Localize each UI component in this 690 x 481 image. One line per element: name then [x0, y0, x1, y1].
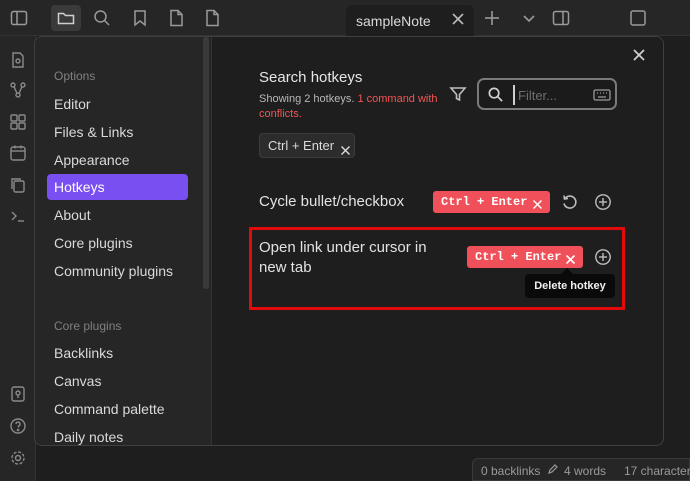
hotkey-summary: Showing 2 hotkeys. 1 command with confli… [259, 92, 439, 122]
settings-icon[interactable] [9, 449, 27, 467]
status-bar: 0 backlinks 4 words 17 characters [472, 458, 690, 481]
nav-hotkeys[interactable]: Hotkeys [47, 174, 188, 200]
filter-hotkey-label: Ctrl + Enter [268, 138, 335, 153]
nav-community-plugins[interactable]: Community plugins [47, 258, 188, 284]
filter-icon[interactable] [449, 85, 467, 103]
search-icon [487, 86, 504, 103]
nav-files-links[interactable]: Files & Links [47, 119, 188, 145]
word-count: 4 words [564, 464, 607, 478]
canvas-icon[interactable] [9, 113, 27, 131]
nav-canvas[interactable]: Canvas [47, 368, 188, 394]
hotkey-search[interactable] [477, 78, 617, 110]
close-icon[interactable] [340, 140, 351, 155]
bookmark-icon[interactable] [130, 8, 150, 28]
copy-icon[interactable] [9, 176, 27, 194]
nav-appearance[interactable]: Appearance [47, 147, 188, 173]
terminal-icon[interactable] [9, 207, 27, 225]
title-bar: sampleNote [0, 0, 690, 36]
file-icon[interactable] [202, 8, 222, 28]
page-title: Search hotkeys [259, 69, 363, 86]
nav-backlinks[interactable]: Backlinks [47, 340, 188, 366]
nav-command-palette[interactable]: Command palette [47, 396, 188, 422]
tab-title: sampleNote [356, 13, 431, 29]
copy-icon[interactable] [628, 8, 648, 28]
files-icon[interactable] [9, 51, 27, 69]
backlinks-count[interactable]: 0 backlinks [481, 464, 540, 478]
restore-default-icon[interactable] [561, 193, 579, 211]
add-hotkey-icon[interactable] [594, 193, 612, 211]
core-plugins-heading: Core plugins [54, 319, 122, 333]
hotkey-keys: Ctrl + Enter [441, 195, 528, 209]
calendar-icon[interactable] [9, 144, 27, 162]
graph-icon[interactable] [9, 81, 27, 99]
search-input[interactable] [513, 85, 585, 105]
left-ribbon [0, 36, 36, 481]
nav-daily-notes[interactable]: Daily notes [47, 424, 188, 445]
pencil-icon [547, 463, 559, 475]
sidebar-scrollbar[interactable] [203, 37, 209, 289]
folder-icon[interactable] [51, 5, 81, 31]
nav-editor[interactable]: Editor [47, 91, 188, 117]
hotkey-count: Showing 2 hotkeys. [259, 93, 355, 105]
hotkey-chip-conflict[interactable]: Ctrl + Enter [433, 191, 550, 213]
vault-icon[interactable] [9, 385, 27, 403]
filter-hotkey-chip[interactable]: Ctrl + Enter [259, 133, 355, 158]
help-icon[interactable] [9, 417, 27, 435]
hotkey-command-label: Cycle bullet/checkbox [259, 193, 405, 210]
tab-samplenote[interactable]: sampleNote [346, 5, 474, 36]
chevron-down-icon[interactable] [519, 8, 539, 28]
close-icon[interactable] [450, 11, 466, 27]
options-heading: Options [54, 69, 96, 83]
nav-core-plugins[interactable]: Core plugins [47, 230, 188, 256]
close-icon[interactable] [532, 196, 543, 209]
sidebar-toggle-icon[interactable] [9, 8, 29, 28]
settings-modal: Options Editor Files & Links Appearance … [34, 36, 664, 446]
keyboard-icon[interactable] [593, 87, 611, 103]
plus-icon[interactable] [482, 8, 502, 28]
search-icon[interactable] [92, 8, 112, 28]
split-view-icon[interactable] [551, 8, 571, 28]
nav-about[interactable]: About [47, 202, 188, 228]
settings-sidebar: Options Editor Files & Links Appearance … [35, 37, 212, 445]
file-icon[interactable] [166, 8, 186, 28]
character-count: 17 characters [624, 464, 690, 478]
highlight-box [249, 227, 625, 310]
close-icon[interactable] [631, 47, 647, 63]
